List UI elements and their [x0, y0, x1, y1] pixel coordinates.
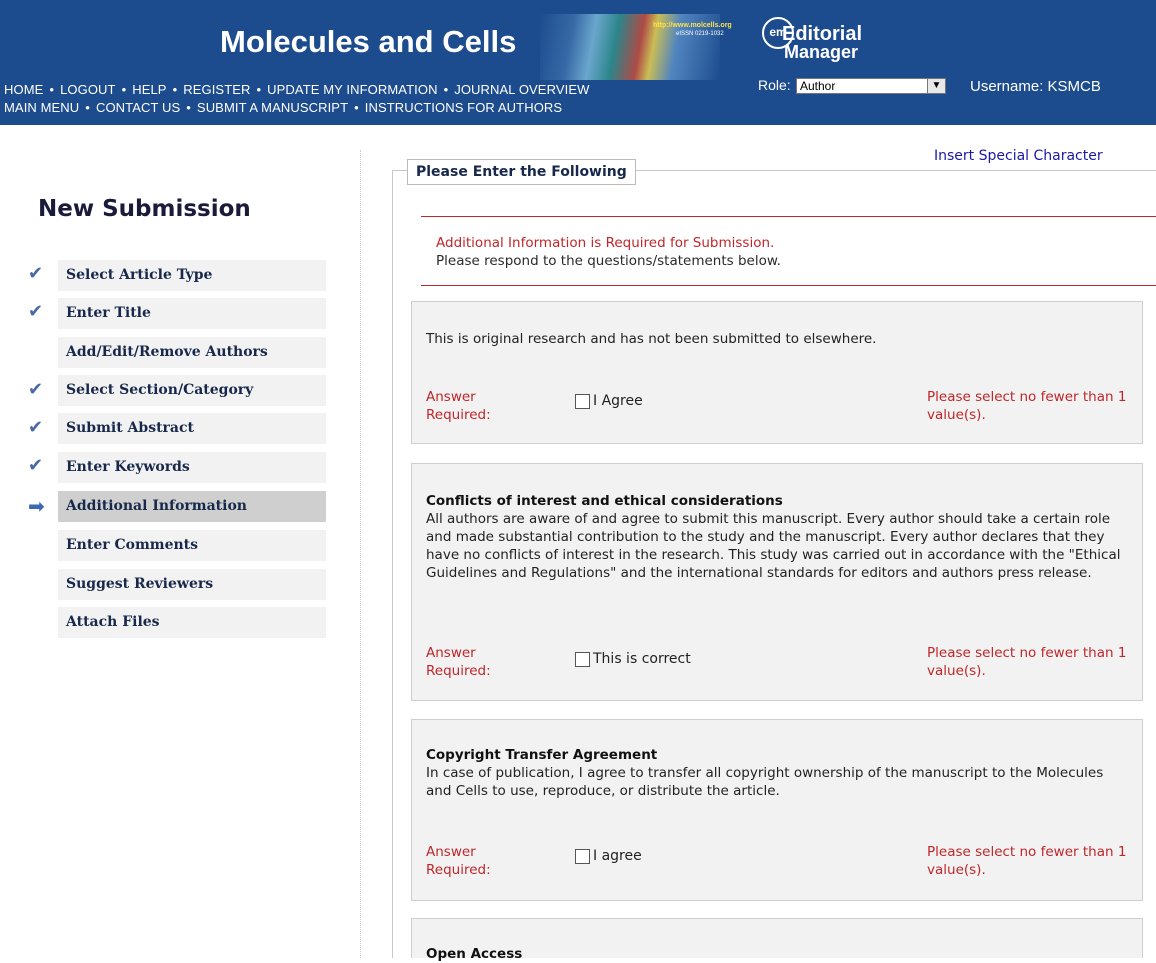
answer-required-label: Answer Required:	[426, 389, 491, 423]
role-select-value: Author	[800, 79, 836, 93]
checkbox-label: I agree	[593, 848, 642, 864]
step-submit-abstract[interactable]: Submit Abstract	[58, 413, 326, 444]
journal-title: Molecules and Cells	[220, 24, 517, 59]
banner-issn-text: eISSN 0219-1032	[676, 31, 724, 37]
bullet-icon: •	[121, 82, 127, 97]
step-add-edit-remove-authors[interactable]: Add/Edit/Remove Authors	[58, 337, 326, 368]
insert-special-character-link[interactable]: Insert Special Character	[934, 148, 1103, 164]
checkmark-icon: ✔	[28, 379, 44, 400]
checkmark-icon: ✔	[28, 301, 44, 322]
bullet-icon: •	[186, 100, 191, 115]
correct-checkbox[interactable]	[575, 651, 590, 667]
username-display: Username: KSMCB	[970, 78, 1101, 95]
banner-url-text: http://www.molcells.org	[653, 22, 732, 29]
question-original-research: This is original research and has not be…	[411, 301, 1143, 444]
question-conflicts-of-interest: Conflicts of interest and ethical consid…	[411, 463, 1143, 701]
question-text: In case of publication, I agree to trans…	[426, 765, 1104, 799]
fieldset-legend: Please Enter the Following	[407, 159, 636, 185]
bullet-icon: •	[354, 100, 359, 115]
bullet-icon: •	[443, 82, 449, 97]
question-copyright-transfer: Copyright Transfer Agreement In case of …	[411, 719, 1143, 901]
nav-register[interactable]: REGISTER	[183, 82, 250, 97]
required-info-banner	[421, 216, 1156, 286]
step-select-article-type[interactable]: Select Article Type	[58, 260, 326, 291]
step-additional-information[interactable]: Additional Information	[58, 491, 326, 522]
nav-instructions-for-authors[interactable]: INSTRUCTIONS FOR AUTHORS	[365, 100, 562, 115]
step-enter-comments[interactable]: Enter Comments	[58, 530, 326, 561]
role-label: Role:	[758, 77, 791, 93]
nav-submit-a-manuscript[interactable]: SUBMIT A MANUSCRIPT	[197, 100, 348, 115]
question-title: Copyright Transfer Agreement	[426, 746, 1126, 764]
question-heading: Open Access	[426, 946, 523, 962]
chevron-down-icon[interactable]: ▼	[927, 79, 945, 93]
checkbox-label: I Agree	[593, 393, 643, 409]
validation-error: Please select no fewer than 1 value(s).	[927, 645, 1127, 679]
page-title: New Submission	[38, 196, 251, 222]
nav-main-menu[interactable]: MAIN MENU	[4, 100, 79, 115]
em-logo-manager: Manager	[784, 42, 859, 62]
checkmark-icon: ✔	[28, 263, 44, 284]
top-nav-row-2: MAIN MENU • CONTACT US • SUBMIT A MANUSCRIPT…	[4, 100, 562, 115]
validation-error: Please select no fewer than 1 value(s).	[927, 844, 1127, 878]
header-banner: http://www.molcells.org eISSN 0219-1032 …	[0, 0, 1156, 125]
answer-required-label: Answer Required:	[426, 645, 491, 679]
checkmark-icon: ✔	[28, 417, 44, 438]
checkmark-icon: ✔	[28, 455, 44, 476]
step-enter-keywords[interactable]: Enter Keywords	[58, 452, 326, 483]
em-logo-editorial: Editorial	[782, 23, 863, 45]
answer-required-label: Answer Required:	[426, 844, 491, 878]
question-title: Open Access	[426, 945, 1126, 963]
step-enter-title[interactable]: Enter Title	[58, 298, 326, 329]
step-suggest-reviewers[interactable]: Suggest Reviewers	[58, 569, 326, 600]
bullet-icon: •	[172, 82, 178, 97]
bullet-icon: •	[85, 100, 90, 115]
copyright-checkbox-group: I agree	[575, 848, 642, 864]
correct-checkbox-group: This is correct	[575, 651, 691, 667]
question-text: This is original research and has not be…	[426, 331, 877, 347]
question-heading: Copyright Transfer Agreement	[426, 747, 658, 763]
agree-checkbox[interactable]	[575, 393, 590, 409]
bullet-icon: •	[49, 82, 55, 97]
required-info-message: Additional Information is Required for S…	[436, 235, 775, 251]
checkbox-label: This is correct	[593, 651, 691, 667]
nav-update-my-information[interactable]: UPDATE MY INFORMATION	[267, 82, 437, 97]
question-heading: Conflicts of interest and ethical consid…	[426, 493, 783, 509]
nav-help[interactable]: HELP	[132, 82, 166, 97]
top-nav-row-1: HOME • LOGOUT • HELP • REGISTER • UPDATE MY INFO…	[4, 82, 589, 97]
nav-logout[interactable]: LOGOUT	[60, 82, 116, 97]
nav-journal-overview[interactable]: JOURNAL OVERVIEW	[454, 82, 589, 97]
bullet-icon: •	[256, 82, 262, 97]
agree-checkbox-group: I Agree	[575, 393, 643, 409]
arrow-right-icon: ➡	[28, 494, 45, 518]
question-title: Conflicts of interest and ethical consid…	[426, 492, 1126, 510]
validation-error: Please select no fewer than 1 value(s).	[927, 389, 1127, 423]
step-select-section-category[interactable]: Select Section/Category	[58, 375, 326, 406]
step-attach-files[interactable]: Attach Files	[58, 607, 326, 638]
question-open-access: Open Access	[411, 918, 1143, 962]
sidebar-divider	[360, 150, 361, 958]
nav-home[interactable]: HOME	[4, 82, 43, 97]
copyright-agree-checkbox[interactable]	[575, 848, 590, 864]
nav-contact-us[interactable]: CONTACT US	[96, 100, 180, 115]
question-text: All authors are aware of and agree to su…	[426, 511, 1121, 581]
required-info-instructions: Please respond to the questions/statemen…	[436, 253, 781, 269]
role-select[interactable]: Author ▼	[796, 78, 946, 94]
